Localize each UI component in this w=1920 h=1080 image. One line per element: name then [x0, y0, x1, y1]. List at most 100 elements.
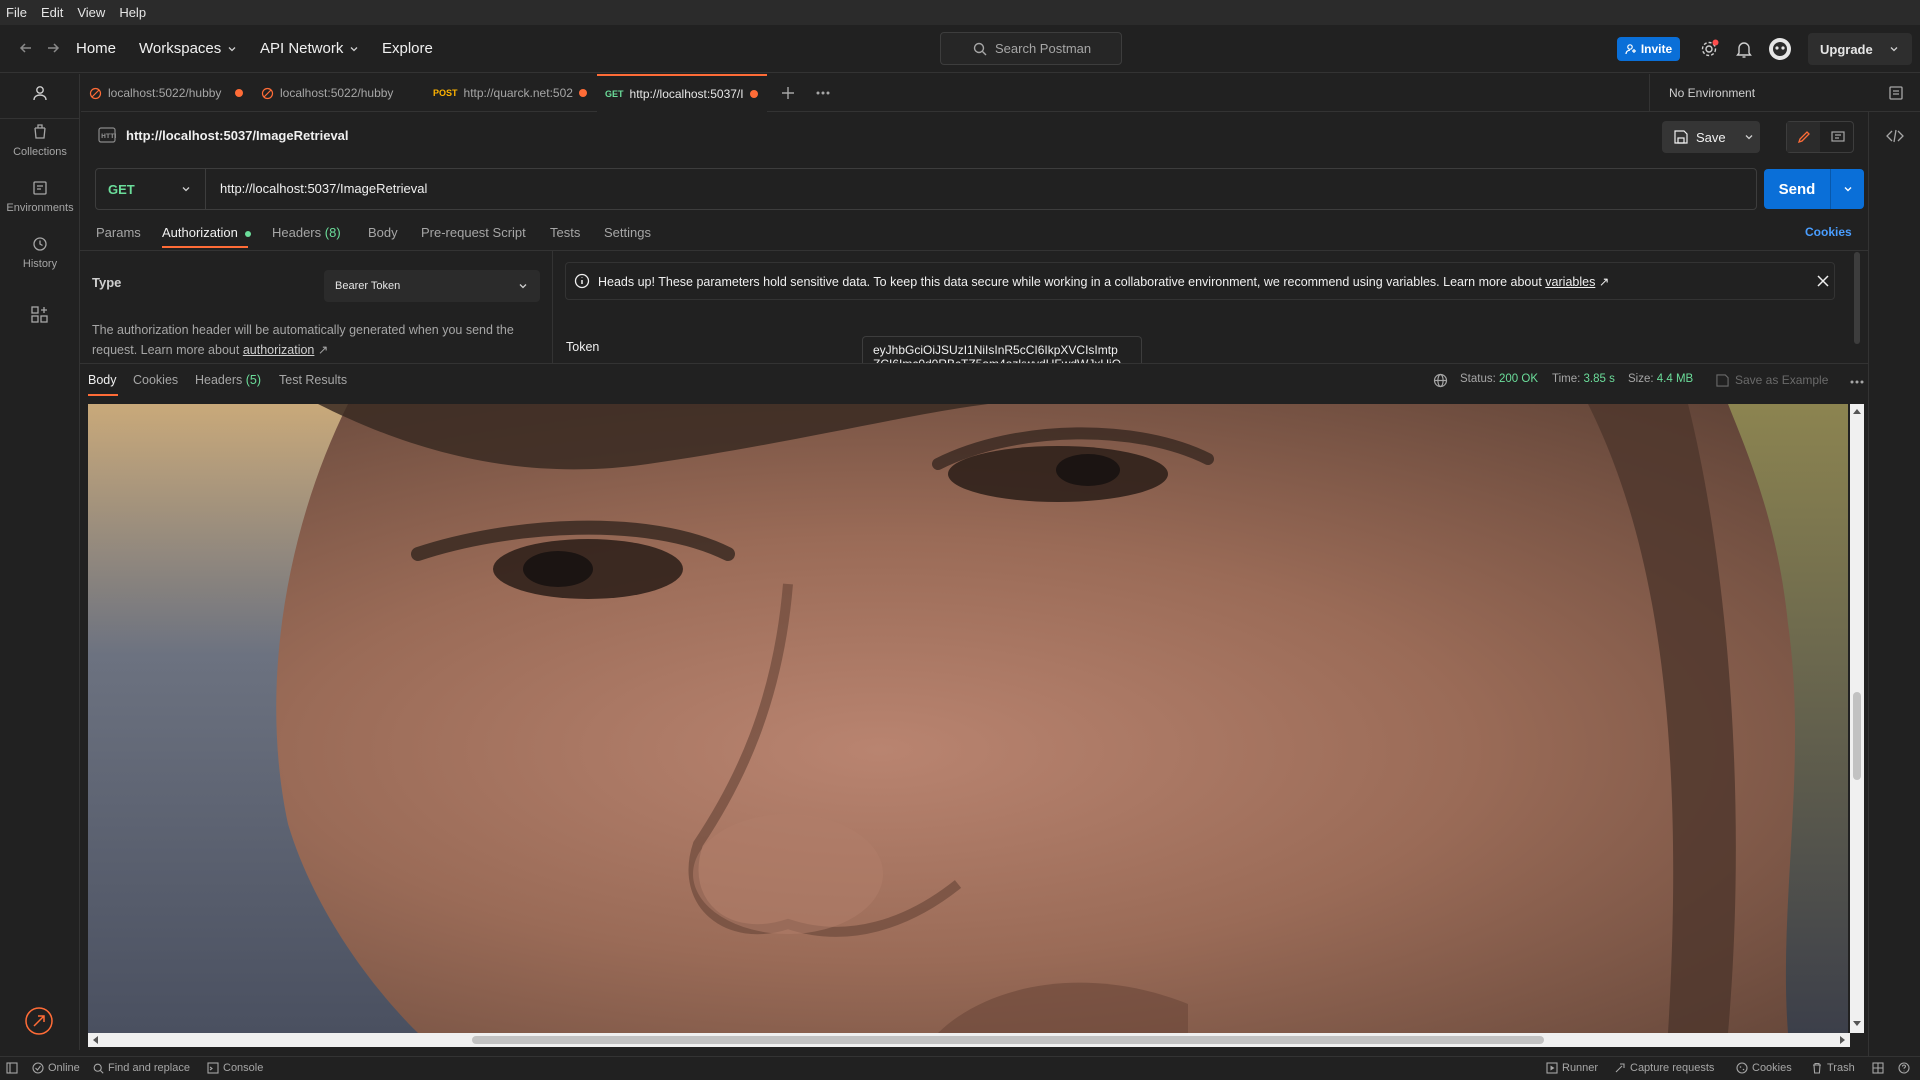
response-headers-count: (5) — [245, 373, 262, 387]
save-as-example-button[interactable]: Save as Example — [1716, 373, 1828, 387]
sidebar-item-collections[interactable]: Collections — [0, 124, 80, 158]
add-user-icon — [1625, 44, 1636, 55]
edit-pencil-icon[interactable] — [1787, 122, 1820, 152]
nav-workspaces[interactable]: Workspaces — [139, 40, 237, 57]
forward-arrow-icon[interactable] — [45, 40, 61, 56]
tab-body[interactable]: Body — [368, 225, 398, 240]
response-tab-body[interactable]: Body — [88, 373, 117, 387]
send-button[interactable]: Send — [1764, 169, 1864, 209]
globe-icon[interactable] — [1433, 373, 1448, 388]
request-tab[interactable]: localhost:5022/hubby — [253, 74, 425, 112]
nav-home[interactable]: Home — [76, 40, 116, 57]
auth-type-select[interactable]: Bearer Token — [324, 270, 540, 302]
collections-icon — [34, 124, 46, 139]
response-time[interactable]: Time: 3.85 s — [1552, 373, 1615, 385]
trash-button[interactable]: Trash — [1811, 1062, 1855, 1074]
image-horizontal-scrollbar[interactable] — [88, 1033, 1850, 1047]
menu-help[interactable]: Help — [119, 5, 146, 20]
scroll-right-arrow-icon — [1840, 1036, 1845, 1044]
chevron-down-icon — [350, 46, 358, 51]
vertical-scroll-thumb[interactable] — [1853, 692, 1861, 780]
menu-file[interactable]: File — [6, 5, 27, 20]
search-input[interactable]: Search Postman — [940, 32, 1122, 65]
horizontal-scroll-thumb[interactable] — [472, 1036, 1544, 1044]
request-tab-active[interactable]: GET http://localhost:5037/I — [597, 74, 767, 112]
sidebar-item-environments[interactable]: Environments — [0, 180, 80, 214]
tab-headers[interactable]: Headers (8) — [272, 225, 341, 240]
invite-label: Invite — [1640, 42, 1673, 56]
history-icon — [33, 237, 47, 251]
response-tab-cookies[interactable]: Cookies — [133, 373, 178, 387]
more-tabs-icon[interactable] — [816, 90, 830, 96]
nav-api-network[interactable]: API Network — [260, 40, 359, 57]
close-icon[interactable] — [1817, 275, 1829, 287]
tab-authorization[interactable]: Authorization — [162, 225, 251, 240]
method-select[interactable]: GET — [96, 169, 206, 209]
link-icon — [261, 87, 274, 99]
cookies-button[interactable]: Cookies — [1736, 1062, 1792, 1074]
more-options-icon[interactable] — [1850, 379, 1864, 385]
send-options-chevron-icon[interactable] — [1831, 184, 1864, 194]
token-input[interactable]: eyJhbGciOiJSUzI1NiIsInR5cCI6IkpXVCIsImtp… — [862, 336, 1142, 363]
authorization-learn-more-link[interactable]: authorization — [243, 343, 315, 357]
cookies-link[interactable]: Cookies — [1805, 225, 1852, 239]
comments-icon[interactable] — [1821, 122, 1854, 152]
environment-selector[interactable]: No Environment — [1669, 86, 1920, 100]
response-status[interactable]: Status: 200 OK — [1460, 373, 1538, 385]
save-button[interactable]: Save — [1662, 121, 1760, 153]
menu-view[interactable]: View — [77, 5, 105, 20]
tab-params[interactable]: Params — [96, 225, 141, 240]
capture-label: Capture requests — [1630, 1062, 1715, 1074]
find-replace-button[interactable]: Find and replace — [93, 1062, 190, 1074]
toggle-sidebar-icon[interactable] — [6, 1062, 18, 1074]
code-snippet-icon[interactable] — [1886, 128, 1904, 144]
response-tab-headers[interactable]: Headers (5) — [195, 373, 261, 387]
divider — [80, 250, 1868, 251]
nav-api-network-label: API Network — [260, 40, 344, 57]
save-options-chevron-icon[interactable] — [1744, 132, 1754, 142]
back-arrow-icon[interactable] — [18, 40, 34, 56]
sensitive-data-notice: Heads up! These parameters hold sensitiv… — [565, 262, 1835, 300]
help-icon[interactable] — [1898, 1062, 1910, 1074]
menu-edit[interactable]: Edit — [41, 5, 63, 20]
settings-gear-icon[interactable] — [1699, 39, 1719, 59]
request-tab[interactable]: POST http://quarck.net:502 — [425, 74, 597, 112]
tab-tests[interactable]: Tests — [550, 225, 580, 240]
request-title[interactable]: http://localhost:5037/ImageRetrieval — [126, 128, 349, 143]
response-tab-test-results[interactable]: Test Results — [279, 373, 347, 387]
configure-sidebar-icon[interactable] — [31, 306, 48, 323]
runner-label: Runner — [1562, 1062, 1599, 1074]
auth-panel-scrollbar[interactable] — [1854, 252, 1860, 344]
tab-prerequest-script[interactable]: Pre-request Script — [421, 225, 526, 240]
invite-button[interactable]: Invite — [1617, 37, 1680, 61]
request-tab[interactable]: localhost:5022/hubby — [81, 74, 253, 112]
save-icon — [1716, 373, 1729, 387]
capture-requests-button[interactable]: Capture requests — [1614, 1062, 1714, 1074]
nav-explore[interactable]: Explore — [382, 40, 433, 57]
online-label: Online — [48, 1062, 80, 1074]
notifications-bell-icon[interactable] — [1735, 39, 1753, 59]
sidebar-item-history[interactable]: History — [0, 236, 80, 270]
sidebar-item-label: Environments — [6, 202, 74, 214]
online-status[interactable]: Online — [32, 1062, 80, 1074]
upgrade-button[interactable]: Upgrade — [1808, 33, 1912, 65]
tab-label: http://quarck.net:502 — [463, 86, 573, 100]
user-icon[interactable] — [31, 84, 49, 102]
request-tabs-bar: localhost:5022/hubby localhost:5022/hubb… — [81, 74, 1920, 112]
response-image-preview[interactable] — [88, 404, 1848, 1033]
new-tab-plus-icon[interactable] — [781, 86, 795, 100]
console-button[interactable]: Console — [207, 1062, 263, 1074]
two-pane-view-icon[interactable] — [1872, 1062, 1884, 1074]
trash-icon — [1813, 1062, 1821, 1074]
variables-link[interactable]: variables — [1545, 275, 1595, 289]
environment-quick-look-icon[interactable] — [1888, 85, 1904, 101]
tab-headers-label: Headers — [272, 225, 322, 240]
cookie-icon — [1736, 1062, 1748, 1074]
tab-settings[interactable]: Settings — [604, 225, 651, 240]
url-input[interactable]: http://localhost:5037/ImageRetrieval — [220, 181, 427, 196]
postman-logo-icon[interactable] — [24, 1006, 54, 1036]
avatar[interactable] — [1768, 37, 1792, 61]
runner-button[interactable]: Runner — [1546, 1062, 1598, 1074]
response-size[interactable]: Size: 4.4 MB — [1628, 373, 1693, 385]
image-vertical-scrollbar[interactable] — [1850, 404, 1864, 1033]
